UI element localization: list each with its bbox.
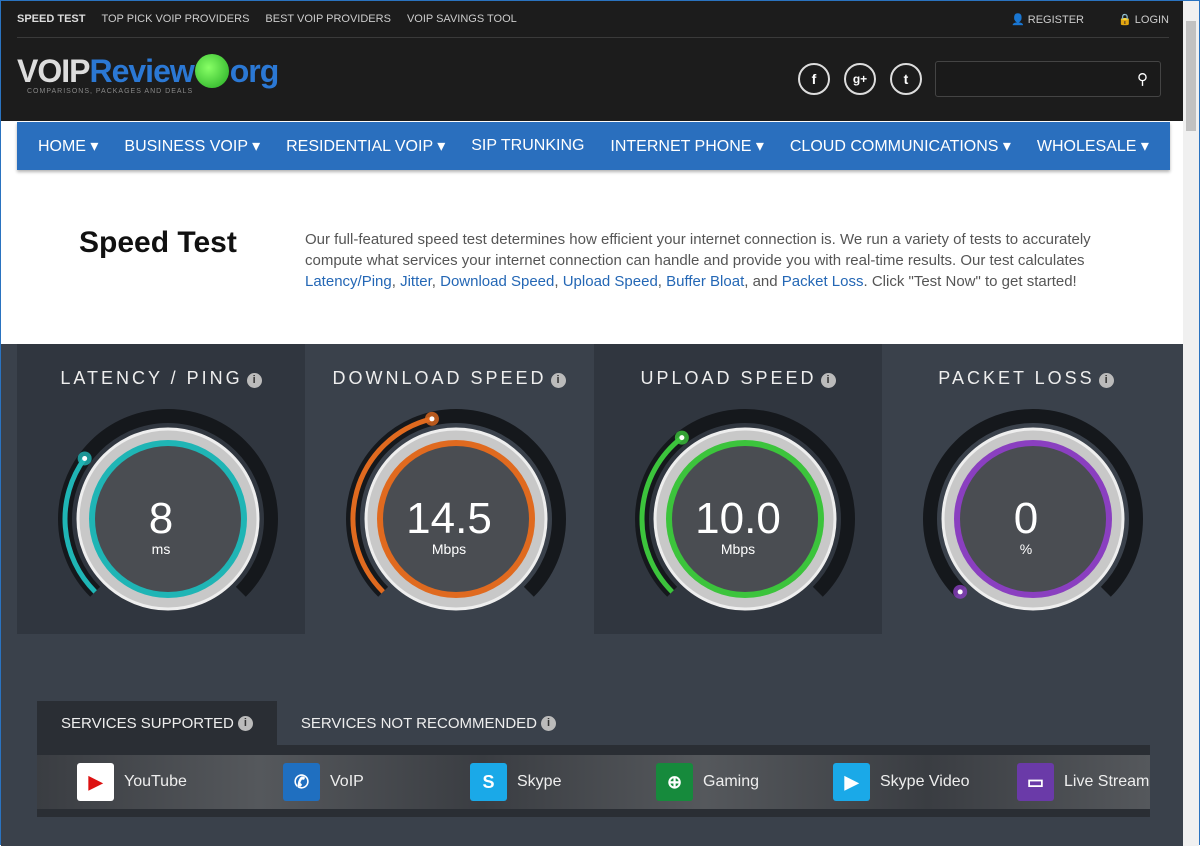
twitter-icon[interactable]: t bbox=[890, 63, 922, 95]
video-chat-icon: ▶ bbox=[833, 763, 870, 801]
service-name: YouTube bbox=[124, 773, 187, 790]
info-icon[interactable]: i bbox=[246, 373, 262, 388]
toplink-savings-tool[interactable]: VOIP SAVINGS TOOL bbox=[407, 13, 517, 25]
link-packet-loss[interactable]: Packet Loss bbox=[782, 273, 864, 290]
login-label: LOGIN bbox=[1134, 14, 1169, 26]
gauge-label: LATENCY / PING i bbox=[17, 368, 305, 389]
speed-test-panel: LATENCY / PING i 8 ms DOWNLOAD SPEED i 14.5… bbox=[1, 344, 1185, 846]
link-latency[interactable]: Latency/Ping bbox=[305, 273, 392, 290]
monitor-icon: ▭ bbox=[1017, 763, 1054, 801]
services-list: ▶ YouTube ✆ VoIP S Skype ⊕ Gaming ▶ Skype Video ▭ L… bbox=[37, 745, 1150, 817]
gauge-unit: ms bbox=[151, 541, 171, 557]
login-link[interactable]: 🔒 LOGIN bbox=[1118, 13, 1169, 26]
signal-icon bbox=[194, 54, 229, 88]
service-item: ▶ Skype Video bbox=[833, 763, 970, 801]
nav-business-voip[interactable]: BUSINESS VOIP ▾ bbox=[124, 136, 260, 156]
nav-internet-phone[interactable]: INTERNET PHONE ▾ bbox=[610, 136, 764, 156]
intro-text-1: Our full-featured speed test determines … bbox=[305, 231, 1091, 269]
gauge-value: 8 bbox=[148, 494, 174, 543]
gauge-unit: Mbps bbox=[431, 541, 467, 557]
service-name: Skype Video bbox=[880, 773, 970, 790]
gamepad-icon: ⊕ bbox=[656, 763, 693, 801]
tab-services-supported[interactable]: SERVICES SUPPORTED i bbox=[37, 701, 277, 745]
gauge-value: 14.5 bbox=[406, 494, 492, 543]
scrollbar-thumb[interactable] bbox=[1186, 21, 1196, 131]
link-jitter[interactable]: Jitter bbox=[400, 273, 432, 290]
service-name: Gaming bbox=[703, 773, 760, 790]
link-upload[interactable]: Upload Speed bbox=[563, 273, 658, 290]
toplink-speed-test[interactable]: SPEED TEST bbox=[17, 13, 85, 25]
service-name: VoIP bbox=[330, 773, 364, 790]
gauge-title: UPLOAD SPEED bbox=[640, 368, 817, 388]
gauge-indicator-core bbox=[429, 416, 435, 422]
link-download[interactable]: Download Speed bbox=[440, 273, 554, 290]
gauge-title: LATENCY / PING bbox=[60, 368, 243, 388]
info-icon[interactable]: i bbox=[1098, 373, 1114, 388]
user-icon: 👤 bbox=[1011, 14, 1028, 26]
youtube-icon: ▶ bbox=[77, 763, 114, 801]
search-box: ⚲ bbox=[935, 61, 1161, 97]
divider bbox=[17, 37, 1169, 38]
register-label: REGISTER bbox=[1027, 14, 1084, 26]
info-icon[interactable]: i bbox=[541, 715, 556, 731]
lock-icon: 🔒 bbox=[1118, 14, 1135, 26]
gauge-indicator-core bbox=[82, 455, 88, 461]
gauge-value: 10.0 bbox=[695, 494, 781, 543]
gauge-unit: % bbox=[1019, 541, 1033, 557]
top-links: SPEED TEST TOP PICK VOIP PROVIDERS BEST … bbox=[17, 13, 517, 25]
nav-residential-voip[interactable]: RESIDENTIAL VOIP ▾ bbox=[286, 136, 445, 156]
gauge-indicator-core bbox=[957, 589, 963, 595]
gauge-title: PACKET LOSS bbox=[938, 368, 1095, 388]
service-item: ✆ VoIP bbox=[283, 763, 364, 801]
intro-text-2: Click "Test Now" to get started! bbox=[867, 273, 1077, 290]
gauge-label: DOWNLOAD SPEED i bbox=[305, 368, 593, 389]
gauge-1: DOWNLOAD SPEED i 14.5 Mbps bbox=[305, 344, 593, 634]
gauge-title: DOWNLOAD SPEED bbox=[332, 368, 547, 388]
google-plus-icon[interactable]: g+ bbox=[844, 63, 876, 95]
main-nav: HOME ▾ BUSINESS VOIP ▾ RESIDENTIAL VOIP … bbox=[17, 122, 1170, 170]
intro-text: Our full-featured speed test determines … bbox=[305, 231, 1091, 290]
service-name: Skype bbox=[517, 773, 562, 790]
service-item: S Skype bbox=[470, 763, 561, 801]
info-icon[interactable]: i bbox=[237, 715, 253, 731]
logo[interactable]: VOIPReview org bbox=[17, 53, 280, 90]
page-title: Speed Test bbox=[79, 226, 237, 259]
info-icon[interactable]: i bbox=[550, 373, 566, 388]
gauge-3: PACKET LOSS i 0 % bbox=[882, 344, 1170, 634]
facebook-icon[interactable]: f bbox=[798, 63, 830, 95]
toplink-best-voip[interactable]: BEST VOIP PROVIDERS bbox=[265, 13, 391, 25]
nav-cloud-communications[interactable]: CLOUD COMMUNICATIONS ▾ bbox=[790, 136, 1011, 156]
tab-services-not-recommended[interactable]: SERVICES NOT RECOMMENDED i bbox=[277, 701, 580, 745]
info-icon[interactable]: i bbox=[820, 373, 836, 388]
gauge-indicator-core bbox=[679, 435, 685, 441]
logo-part1: VOIP bbox=[17, 53, 90, 89]
nav-home[interactable]: HOME ▾ bbox=[38, 136, 98, 156]
tab-label: SERVICES SUPPORTED bbox=[61, 714, 234, 732]
gauge-0: LATENCY / PING i 8 ms bbox=[17, 344, 305, 634]
gauge-unit: Mbps bbox=[720, 541, 756, 557]
scrollbar[interactable] bbox=[1183, 1, 1199, 846]
link-buffer-bloat[interactable]: Buffer Bloat bbox=[666, 273, 744, 290]
skype-icon: S bbox=[470, 763, 507, 801]
nav-wholesale[interactable]: WHOLESALE ▾ bbox=[1037, 136, 1149, 156]
logo-part3: org bbox=[229, 53, 280, 89]
service-item: ▶ YouTube bbox=[77, 763, 187, 801]
gauge-2: UPLOAD SPEED i 10.0 Mbps bbox=[594, 344, 882, 634]
phone-icon: ✆ bbox=[283, 763, 320, 801]
logo-part2: Review bbox=[89, 53, 194, 89]
nav-sip-trunking[interactable]: SIP TRUNKING bbox=[471, 137, 584, 155]
gauge-value: 0 bbox=[1013, 494, 1039, 543]
search-icon[interactable]: ⚲ bbox=[1137, 70, 1148, 88]
header: SPEED TEST TOP PICK VOIP PROVIDERS BEST … bbox=[1, 1, 1185, 121]
logo-tagline: COMPARISONS, PACKAGES AND DEALS bbox=[27, 88, 194, 95]
service-item: ▭ Live Streami bbox=[1017, 763, 1150, 801]
gauge-label: UPLOAD SPEED i bbox=[594, 368, 882, 389]
register-link[interactable]: 👤 REGISTER bbox=[1011, 13, 1084, 26]
service-item: ⊕ Gaming bbox=[656, 763, 759, 801]
tab-label: SERVICES NOT RECOMMENDED bbox=[300, 714, 537, 732]
toplink-top-pick[interactable]: TOP PICK VOIP PROVIDERS bbox=[101, 13, 249, 25]
search-input[interactable] bbox=[936, 62, 1116, 96]
service-name: Live Streami bbox=[1064, 773, 1150, 790]
gauge-label: PACKET LOSS i bbox=[882, 368, 1170, 389]
